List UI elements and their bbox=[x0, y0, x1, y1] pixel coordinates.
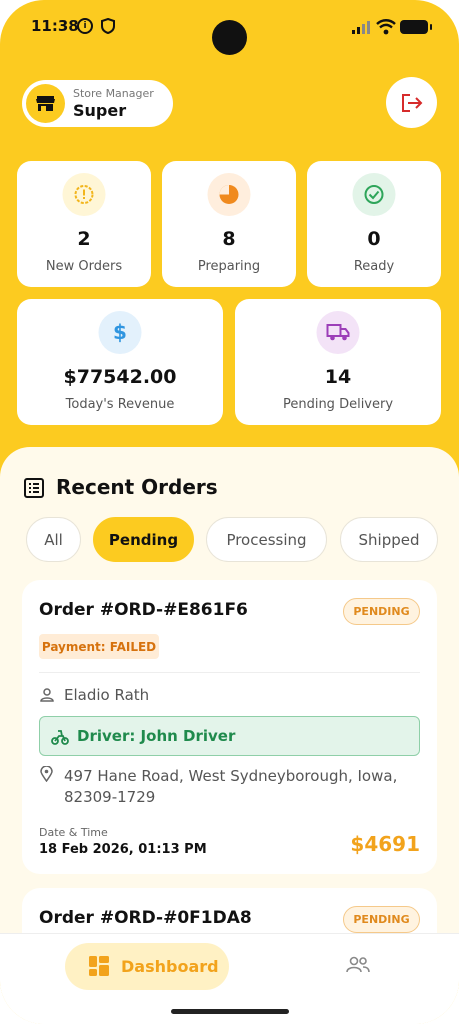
info-icon: i bbox=[77, 18, 93, 34]
new-orders-label: New Orders bbox=[45, 259, 123, 274]
datetime-label: Date & Time bbox=[39, 826, 108, 839]
wifi-icon bbox=[376, 19, 396, 35]
ready-label: Ready bbox=[353, 259, 395, 274]
delivery-address: 497 Hane Road, West Sydneyborough, Iowa,… bbox=[64, 767, 398, 806]
ready-icon bbox=[352, 173, 396, 216]
recent-orders-title: Recent Orders bbox=[56, 475, 218, 499]
nav-dashboard-label: Dashboard bbox=[121, 957, 219, 976]
logout-button[interactable] bbox=[386, 77, 437, 128]
stat-card-preparing[interactable]: 8 Preparing bbox=[162, 161, 296, 287]
home-indicator[interactable] bbox=[171, 1009, 289, 1014]
order-amount: $4691 bbox=[350, 832, 420, 856]
location-pin-icon bbox=[40, 766, 53, 782]
preparing-label: Preparing bbox=[197, 259, 261, 274]
stat-card-revenue[interactable]: $ $77542.00 Today's Revenue bbox=[17, 299, 223, 425]
front-camera bbox=[212, 20, 247, 55]
phone-screen: 11:38 i Store Manager Super 2 New Orders… bbox=[0, 0, 459, 1024]
new-orders-count: 2 bbox=[77, 228, 91, 250]
dashboard-icon bbox=[89, 956, 109, 976]
driver-name: Driver: John Driver bbox=[77, 727, 236, 745]
ready-count: 0 bbox=[367, 228, 381, 250]
revenue-value: $77542.00 bbox=[63, 366, 177, 388]
nav-dashboard[interactable]: Dashboard bbox=[65, 943, 229, 990]
filter-shipped[interactable]: Shipped bbox=[340, 517, 438, 562]
order-datetime: 18 Feb 2026, 01:13 PM bbox=[39, 842, 207, 857]
store-avatar bbox=[26, 84, 65, 123]
scooter-icon bbox=[51, 730, 69, 745]
truck-icon bbox=[316, 311, 360, 354]
battery-icon bbox=[400, 20, 432, 34]
divider bbox=[39, 672, 420, 673]
status-badge: PENDING bbox=[343, 906, 420, 933]
payment-badge: Payment: FAILED bbox=[39, 634, 159, 659]
customer-name: Eladio Rath bbox=[64, 686, 150, 704]
pending-delivery-count: 14 bbox=[324, 366, 352, 388]
stat-card-pending-delivery[interactable]: 14 Pending Delivery bbox=[235, 299, 441, 425]
driver-banner: Driver: John Driver bbox=[39, 716, 420, 756]
person-icon bbox=[40, 688, 54, 702]
dollar-icon: $ bbox=[98, 311, 142, 354]
user-role: Store Manager bbox=[73, 87, 154, 100]
order-id: Order #ORD-#E861F6 bbox=[39, 600, 248, 620]
pending-delivery-label: Pending Delivery bbox=[282, 397, 394, 412]
list-icon bbox=[24, 478, 44, 498]
stat-card-ready[interactable]: 0 Ready bbox=[307, 161, 441, 287]
preparing-icon bbox=[207, 173, 251, 216]
order-id: Order #ORD-#0F1DA8 bbox=[39, 908, 252, 928]
shield-icon bbox=[101, 18, 115, 34]
order-card[interactable]: Order #ORD-#E861F6 PENDING Payment: FAIL… bbox=[22, 580, 437, 874]
bottom-navigation: Dashboard bbox=[0, 933, 459, 1024]
store-manager-chip[interactable]: Store Manager Super bbox=[22, 80, 173, 127]
filter-processing[interactable]: Processing bbox=[206, 517, 327, 562]
filter-pending[interactable]: Pending bbox=[93, 517, 194, 562]
new-orders-icon bbox=[62, 173, 106, 216]
user-name: Super bbox=[73, 101, 127, 120]
preparing-count: 8 bbox=[222, 228, 236, 250]
filter-all[interactable]: All bbox=[26, 517, 81, 562]
signal-icon bbox=[352, 21, 370, 34]
revenue-label: Today's Revenue bbox=[65, 397, 175, 412]
status-bar: 11:38 i bbox=[0, 0, 459, 56]
status-time: 11:38 bbox=[31, 17, 79, 35]
store-icon bbox=[36, 96, 55, 111]
logout-icon bbox=[402, 94, 423, 112]
stat-card-new-orders[interactable]: 2 New Orders bbox=[17, 161, 151, 287]
status-badge: PENDING bbox=[343, 598, 420, 625]
users-icon[interactable] bbox=[345, 956, 371, 974]
